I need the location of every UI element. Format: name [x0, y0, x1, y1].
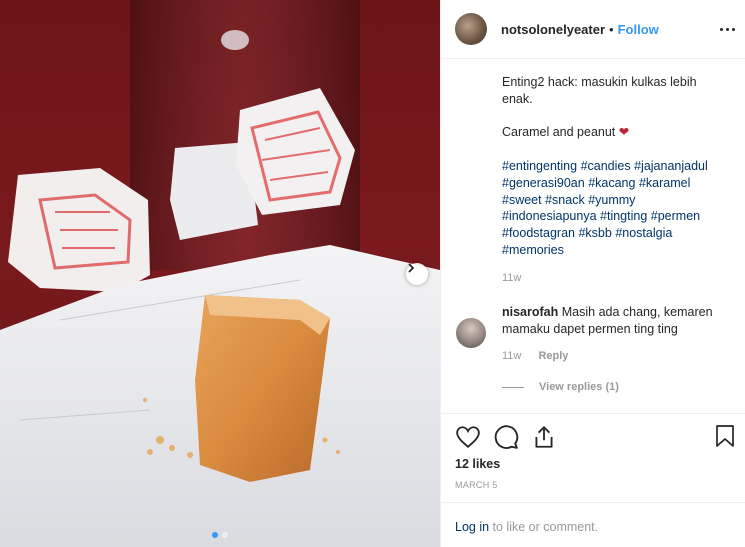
bookmark-save-icon[interactable] [714, 424, 736, 448]
comment-timestamp: 11w [502, 350, 522, 362]
heart-emoji-icon: ❤ [618, 125, 630, 140]
comment-bubble-icon[interactable] [493, 424, 519, 450]
hashtag-link[interactable]: #tingting [600, 209, 647, 223]
hashtag-link[interactable]: #nostalgia [615, 226, 672, 240]
comment-body: nisarofah Masih ada chang, kemaren mamak… [502, 304, 735, 337]
carousel-dot-active [212, 532, 218, 538]
author-avatar[interactable] [455, 13, 487, 45]
hashtag-link[interactable]: #karamel [639, 176, 690, 190]
hashtag-link[interactable]: #candies [581, 159, 631, 173]
view-replies-button[interactable]: View replies (1) [502, 381, 619, 393]
hashtag-link[interactable]: #yummy [588, 193, 635, 207]
hashtag-link[interactable]: #generasi90an [502, 176, 585, 190]
hashtag-link[interactable]: #foodstagran [502, 226, 575, 240]
follow-button[interactable]: Follow [618, 22, 659, 37]
post-actions [455, 424, 557, 450]
post-caption: Enting2 hack: masukin kulkas lebih enak.… [502, 74, 728, 258]
chevron-right-icon [408, 263, 415, 273]
view-replies-label: View replies (1) [539, 381, 619, 393]
header-separator: • [609, 21, 614, 37]
more-options-icon[interactable] [720, 22, 736, 36]
caption-line-1: Enting2 hack: masukin kulkas lebih enak. [502, 75, 697, 106]
divider [441, 413, 745, 414]
caption-timestamp: 11w [502, 272, 522, 284]
photo-illustration [0, 0, 440, 547]
hashtag-link[interactable]: #kacang [588, 176, 635, 190]
comment-meta: 11w Reply [502, 350, 568, 362]
reply-button[interactable]: Reply [538, 350, 568, 362]
hashtag-link[interactable]: #entingenting [502, 159, 577, 173]
hashtag-link[interactable]: #memories [502, 243, 564, 257]
share-icon[interactable] [531, 424, 557, 450]
hashtag-link[interactable]: #jajananjadul [634, 159, 708, 173]
commenter-username[interactable]: nisarofah [502, 305, 558, 319]
login-prompt-text: to like or comment. [489, 520, 599, 534]
hashtag-link[interactable]: #ksbb [578, 226, 611, 240]
carousel-dot [222, 532, 228, 538]
hashtag-link[interactable]: #sweet [502, 193, 542, 207]
like-heart-icon[interactable] [455, 424, 481, 450]
carousel-dots [0, 532, 440, 538]
carousel-next-button[interactable] [406, 263, 428, 285]
divider [441, 502, 745, 503]
hashtag-link[interactable]: #indonesiapunya [502, 209, 597, 223]
login-link[interactable]: Log in [455, 520, 489, 534]
hashtag-link[interactable]: #permen [651, 209, 700, 223]
author-username[interactable]: notsolonelyeater [501, 22, 605, 37]
commenter-avatar[interactable] [456, 318, 486, 348]
post-photo [0, 0, 440, 547]
caption-line-2-text: Caramel and peanut [502, 125, 616, 140]
login-prompt: Log in to like or comment. [455, 520, 598, 534]
caption-line-2: Caramel and peanut ❤ [502, 124, 728, 141]
view-replies-line [502, 386, 524, 388]
post-sidebar: notsolonelyeater • Follow Enting2 hack: … [440, 0, 745, 547]
likes-count[interactable]: 12 likes [455, 457, 500, 471]
post-date: March 5 [455, 480, 498, 490]
hashtag-list: #entingenting #candies #jajananjadul #ge… [502, 158, 728, 258]
hashtag-link[interactable]: #snack [545, 193, 585, 207]
post-header: notsolonelyeater • Follow [441, 0, 745, 59]
